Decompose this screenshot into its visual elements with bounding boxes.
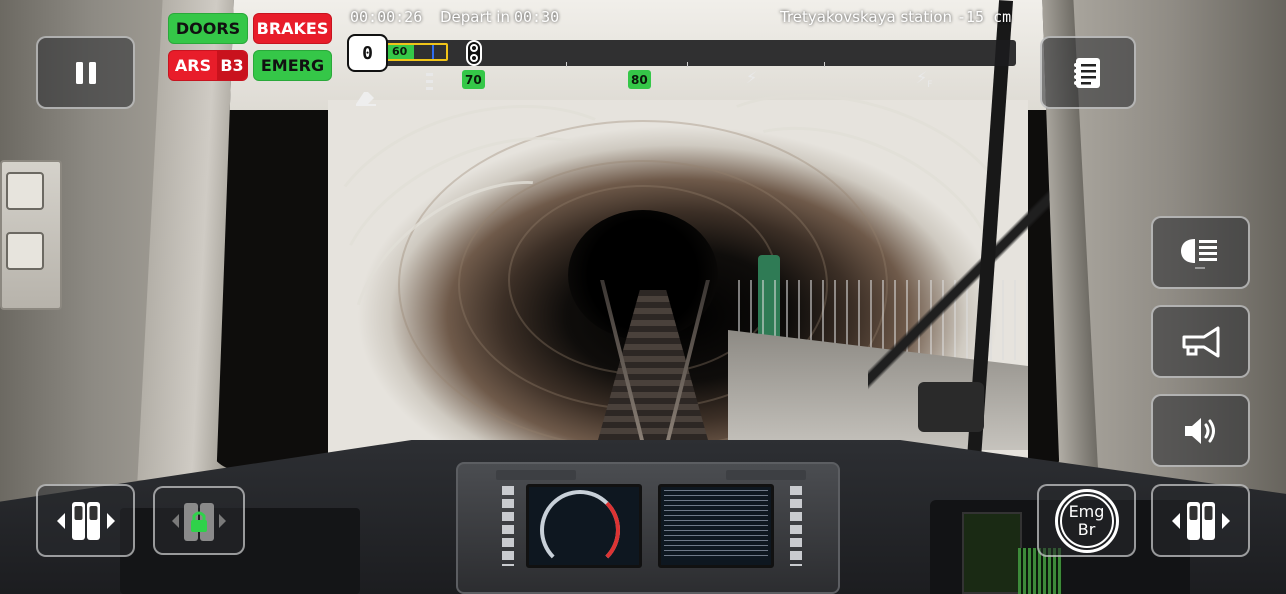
doors-status: DOORS: [168, 13, 248, 44]
notch-screen: [962, 512, 1022, 594]
emergency-brake-label-line2: Br: [1077, 519, 1096, 539]
train-position-marker: [432, 45, 434, 59]
announced-display-label: [726, 470, 806, 480]
track-tick: [824, 62, 825, 67]
stop-distance: -15 cm: [957, 8, 1012, 26]
speed-limit-zone: 60: [386, 43, 448, 61]
track-tick: [566, 62, 567, 67]
current-speed: 0: [347, 34, 388, 72]
depart-label: Depart in: [440, 8, 510, 26]
elapsed-time: 00:00:26: [350, 8, 423, 26]
speed-limit-marker: 70: [462, 70, 485, 89]
emergency-brake-label-line1: Emg: [1068, 501, 1105, 521]
headlight-icon: [1180, 238, 1217, 269]
headlights-button[interactable]: [1151, 216, 1250, 289]
pause-button[interactable]: [36, 36, 135, 109]
pause-icon: [75, 61, 96, 84]
analog-gauge: [6, 172, 44, 210]
emergency-brake-button[interactable]: Emg Br: [1037, 484, 1136, 557]
power-section-end-icon: ⚡F: [916, 68, 933, 90]
ars-status: ARS B3: [168, 50, 248, 81]
signal-lamp-icon: [470, 44, 478, 52]
track-stripes-icon: [426, 73, 433, 90]
cab-lock-button[interactable]: [153, 486, 245, 555]
power-section-icon: ⚡: [746, 68, 758, 87]
power-section-end-bolt: ⚡: [916, 68, 928, 87]
door-left-icon: [56, 501, 115, 540]
console-buttons: [790, 486, 802, 566]
ars-label: ARS: [174, 56, 212, 75]
sound-button[interactable]: [1151, 394, 1250, 467]
right-doors-button[interactable]: [1151, 484, 1250, 557]
station-name: Tretyakovskaya station: [780, 8, 953, 26]
timetable-button[interactable]: [1040, 36, 1136, 109]
cab-gauge-panel: [0, 160, 62, 310]
depart-countdown: 00:30: [514, 8, 560, 26]
emerg-status: EMERG: [253, 50, 332, 81]
lock-icon: [172, 502, 226, 541]
horn-button[interactable]: [1151, 305, 1250, 378]
signal-icon: [466, 40, 482, 66]
announced-list: [664, 490, 768, 560]
speedometer-red-zone: [540, 490, 620, 570]
list-icon: [1074, 57, 1100, 88]
left-doors-button[interactable]: [36, 484, 135, 557]
brakes-status: BRAKES: [253, 13, 332, 44]
signal-lamp-icon: [470, 54, 478, 62]
speedometer-display-label: [496, 470, 576, 480]
speedometer-gauge: [536, 488, 626, 570]
speed-limit-current: 60: [392, 45, 408, 58]
speed-limit-marker: 80: [628, 70, 651, 89]
console-buttons: [502, 486, 514, 566]
train-front-icon: [356, 92, 376, 106]
horn-icon: [1182, 326, 1219, 357]
power-section-end-sub: F: [927, 80, 933, 90]
speaker-icon: [1184, 417, 1215, 444]
door-right-icon: [1171, 501, 1230, 540]
track-tick: [687, 62, 688, 67]
emergency-brake-label: Emg Br: [1059, 493, 1114, 548]
cab-device: [918, 382, 984, 432]
ars-level: B3: [217, 51, 247, 80]
emergency-brake-ring: Emg Br: [1054, 488, 1119, 553]
analog-gauge: [6, 232, 44, 270]
